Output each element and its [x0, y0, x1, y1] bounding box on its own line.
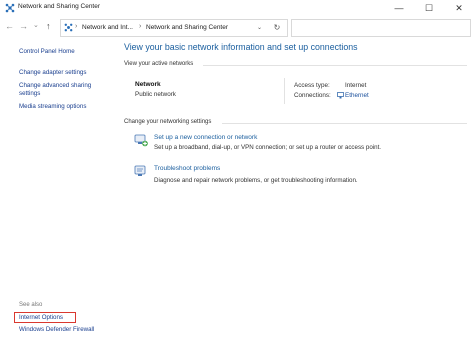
access-type-value: Internet — [345, 82, 367, 89]
minimize-button[interactable]: — — [384, 0, 414, 17]
up-arrow-icon[interactable]: ↑ — [46, 21, 51, 31]
troubleshoot-link[interactable]: Troubleshoot problems — [154, 165, 220, 172]
back-arrow-icon[interactable]: ← — [5, 21, 14, 31]
address-field[interactable]: › Network and Int... › Network and Shari… — [60, 19, 268, 37]
refresh-button[interactable]: ↻ — [267, 19, 288, 37]
sidebar-item-media-streaming[interactable]: Media streaming options — [19, 103, 86, 111]
network-sharing-icon — [64, 23, 73, 32]
section-divider — [222, 123, 467, 124]
page-title: View your basic network information and … — [124, 42, 358, 52]
section-divider — [203, 65, 467, 66]
ethernet-connection-link[interactable]: Ethernet — [345, 92, 369, 99]
sidebar-item-advanced-sharing-cont[interactable]: settings — [19, 90, 40, 98]
see-also-heading: See also — [19, 302, 43, 308]
access-type-label: Access type: — [294, 82, 330, 89]
breadcrumb-separator-icon: › — [139, 23, 142, 30]
setup-connection-description: Set up a broadband, dial-up, or VPN conn… — [154, 144, 382, 151]
network-name: Network — [135, 81, 161, 88]
change-settings-label: Change your networking settings — [124, 119, 212, 125]
close-button[interactable]: ✕ — [444, 0, 474, 17]
breadcrumb-item[interactable]: Network and Sharing Center — [146, 24, 228, 31]
ethernet-icon — [337, 92, 344, 99]
setup-connection-link[interactable]: Set up a new connection or network — [154, 134, 257, 141]
title-bar: Network and Sharing Center — ☐ ✕ — [0, 0, 474, 17]
sidebar-item-adapter-settings[interactable]: Change adapter settings — [19, 69, 86, 77]
sidebar-item-advanced-sharing[interactable]: Change advanced sharing — [19, 82, 91, 90]
sidebar-item-control-panel-home[interactable]: Control Panel Home — [19, 48, 75, 56]
network-sharing-icon — [5, 3, 15, 13]
see-also-internet-options[interactable]: Internet Options — [19, 314, 63, 322]
recent-locations-icon[interactable]: ⌄ — [33, 21, 39, 29]
address-dropdown-icon[interactable]: ⌄ — [257, 24, 262, 31]
troubleshoot-description: Diagnose and repair network problems, or… — [154, 177, 358, 184]
breadcrumb-item[interactable]: Network and Int... — [82, 24, 133, 31]
new-connection-icon — [134, 134, 148, 147]
maximize-button[interactable]: ☐ — [414, 0, 444, 17]
active-networks-label: View your active networks — [124, 61, 194, 67]
connections-label: Connections: — [294, 92, 331, 99]
see-also-defender-firewall[interactable]: Windows Defender Firewall — [19, 326, 94, 334]
breadcrumb-separator-icon: › — [75, 23, 78, 30]
search-input[interactable] — [291, 19, 471, 37]
forward-arrow-icon[interactable]: → — [19, 21, 28, 31]
troubleshoot-icon — [134, 165, 146, 176]
network-divider — [284, 78, 285, 104]
network-category[interactable]: Public network — [135, 91, 176, 98]
address-bar: ← → ⌄ ↑ › Network and Int... › Network a… — [0, 17, 474, 38]
window-title: Network and Sharing Center — [18, 3, 101, 10]
